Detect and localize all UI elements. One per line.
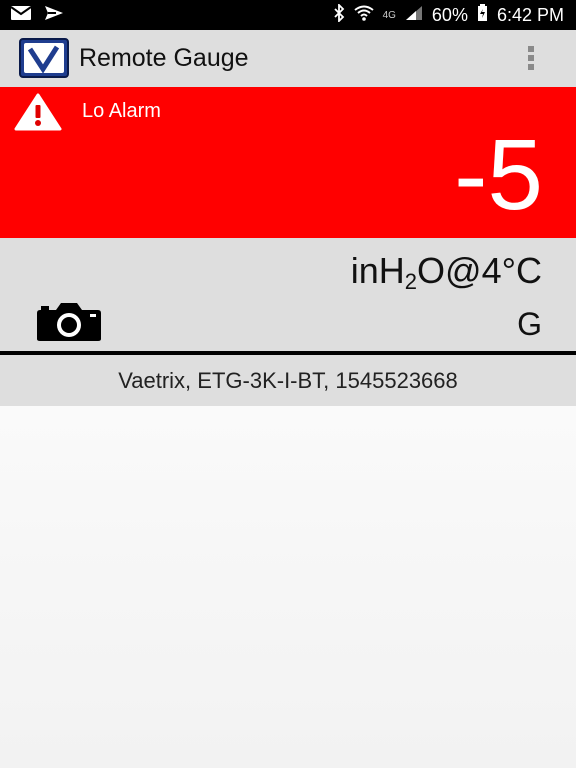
send-icon	[44, 5, 64, 26]
device-bar: Vaetrix, ETG-3K-I-BT, 1545523668	[0, 355, 576, 406]
battery-percent: 60%	[431, 4, 468, 25]
alarm-panel: Lo Alarm -5	[0, 87, 576, 238]
warning-icon	[13, 92, 63, 132]
gauge-info-panel: inH2O@4°C G	[0, 238, 576, 351]
clock: 6:42 PM	[496, 4, 564, 25]
content-area	[0, 406, 576, 768]
signal-icon	[405, 5, 423, 26]
battery-icon	[477, 3, 488, 27]
gauge-reading: -5	[454, 119, 543, 231]
units-label: inH2O@4°C	[350, 250, 542, 294]
network-type: 4G	[382, 9, 396, 21]
device-info: Vaetrix, ETG-3K-I-BT, 1545523668	[118, 368, 458, 393]
wifi-icon	[353, 5, 374, 26]
app-bar: Remote Gauge	[0, 30, 576, 87]
status-bar: 4G 60% 6:42 PM	[0, 0, 576, 30]
mail-icon	[10, 5, 32, 26]
gauge-type-label: G	[517, 306, 542, 342]
alarm-label: Lo Alarm	[82, 100, 161, 122]
bluetooth-icon	[333, 2, 345, 27]
app-logo-icon	[19, 38, 69, 78]
camera-icon[interactable]	[36, 302, 102, 342]
app-title: Remote Gauge	[79, 44, 249, 72]
overflow-menu-icon[interactable]	[526, 46, 536, 72]
